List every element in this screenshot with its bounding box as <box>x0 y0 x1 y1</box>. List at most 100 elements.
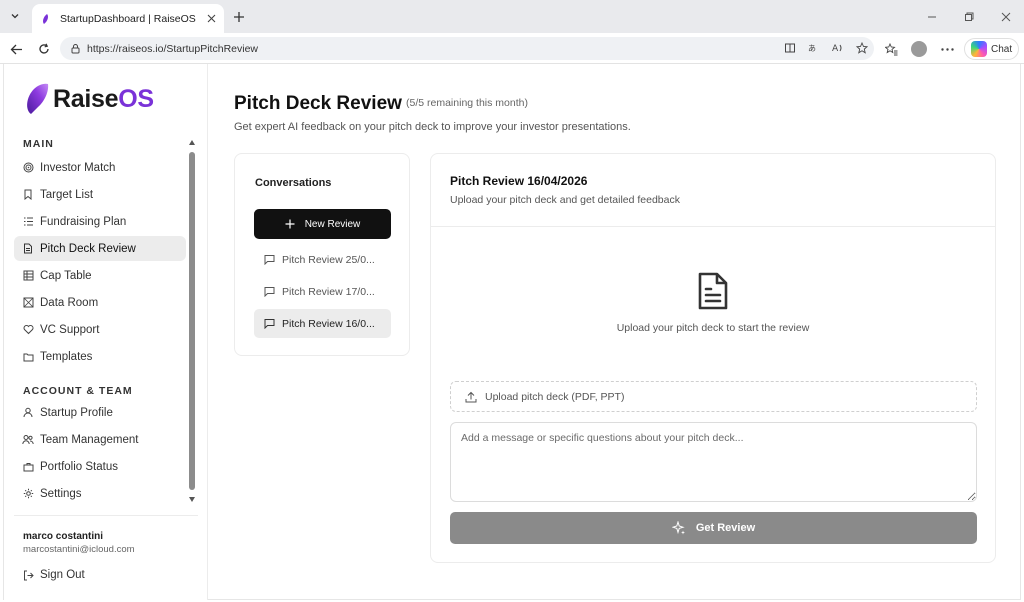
sidebar-item-cap-table[interactable]: Cap Table <box>14 263 186 288</box>
copilot-chat-button[interactable]: Chat <box>964 38 1020 60</box>
sidebar-scrollbar[interactable] <box>188 140 196 502</box>
raiseos-favicon-icon <box>43 13 48 24</box>
briefcase-icon <box>22 461 34 473</box>
page-subtitle: Get expert AI feedback on your pitch dec… <box>234 121 631 133</box>
scroll-up-arrow-icon[interactable] <box>189 140 195 145</box>
browser-toolbar-icons: Chat <box>880 38 1020 60</box>
message-square-icon <box>264 318 275 329</box>
sparkles-icon <box>671 521 686 535</box>
back-button[interactable] <box>6 39 26 59</box>
profile-avatar <box>911 41 927 57</box>
app-window: RaiseOS MAIN Investor Match Target List … <box>3 64 1021 600</box>
get-review-label: Get Review <box>695 522 756 534</box>
get-review-button[interactable]: Get Review <box>450 512 977 544</box>
raiseos-logo-icon <box>27 83 49 114</box>
logo-wordmark: RaiseOS <box>53 84 154 113</box>
sidebar-item-label: Fundraising Plan <box>40 215 127 228</box>
new-review-label: New Review <box>304 218 361 230</box>
scrollbar-thumb[interactable] <box>189 152 195 490</box>
file-text-icon <box>698 272 728 310</box>
sidebar-item-investor-match[interactable]: Investor Match <box>14 155 186 180</box>
conversations-title: Conversations <box>255 177 332 189</box>
browser-toolbar: https://raiseos.io/StartupPitchReview あ … <box>0 33 1024 64</box>
sidebar-item-pitch-deck-review[interactable]: Pitch Deck Review <box>14 236 186 261</box>
gear-icon <box>22 488 34 500</box>
favorite-star-icon[interactable] <box>854 40 870 56</box>
conversations-panel: Conversations New Review Pitch Review 25… <box>234 153 410 356</box>
copilot-icon <box>971 41 987 57</box>
heart-handshake-icon <box>22 324 34 336</box>
site-info-icon[interactable] <box>70 43 81 54</box>
svg-text:A: A <box>832 44 839 54</box>
sidebar-item-label: Pitch Deck Review <box>40 242 136 255</box>
sidebar-item-label: Startup Profile <box>40 406 113 419</box>
user-name: marco costantini <box>23 531 104 542</box>
sign-out-button[interactable]: Sign Out <box>22 569 85 581</box>
sidebar-item-fundraising-plan[interactable]: Fundraising Plan <box>14 209 186 234</box>
more-menu-button[interactable] <box>936 38 958 60</box>
tab-list-dropdown[interactable] <box>4 6 26 26</box>
close-tab-icon[interactable] <box>204 12 218 26</box>
tab-title: StartupDashboard | RaiseOS <box>60 12 196 25</box>
plus-icon <box>234 12 244 22</box>
address-bar-icons: あ A <box>782 40 870 56</box>
bookmark-icon <box>22 189 34 201</box>
reload-button[interactable] <box>34 39 54 59</box>
folder-icon <box>22 351 34 363</box>
conversation-label: Pitch Review 16/0... <box>282 317 375 330</box>
chevron-down-icon <box>11 14 19 19</box>
svg-text:あ: あ <box>808 44 816 53</box>
sidebar-item-label: Target List <box>40 188 94 201</box>
sidebar-item-templates[interactable]: Templates <box>14 344 186 369</box>
upload-pitch-deck-button[interactable]: Upload pitch deck (PDF, PPT) <box>450 381 977 412</box>
new-tab-button[interactable] <box>230 8 248 26</box>
sidebar-item-label: Portfolio Status <box>40 460 118 473</box>
sidebar-item-portfolio-status[interactable]: Portfolio Status <box>14 454 186 479</box>
close-window-button[interactable] <box>987 0 1024 33</box>
sidebar-item-label: Cap Table <box>40 269 92 282</box>
sidebar-item-data-room[interactable]: Data Room <box>14 290 186 315</box>
raiseos-logo[interactable]: RaiseOS <box>24 83 154 115</box>
sidebar-item-target-list[interactable]: Target List <box>14 182 186 207</box>
review-divider <box>431 226 995 227</box>
restore-button[interactable] <box>950 0 987 33</box>
section-title-main: MAIN <box>23 138 54 150</box>
browser-tab-active[interactable]: StartupDashboard | RaiseOS <box>32 4 224 33</box>
url-text: https://raiseos.io/StartupPitchReview <box>87 42 258 55</box>
new-review-button[interactable]: New Review <box>254 209 391 239</box>
sidebar-item-settings[interactable]: Settings <box>14 481 186 504</box>
review-subtitle: Upload your pitch deck and get detailed … <box>450 194 680 206</box>
immersive-reader-icon[interactable] <box>782 40 798 56</box>
profile-button[interactable] <box>908 38 930 60</box>
sign-out-label: Sign Out <box>40 569 85 581</box>
sidebar-item-label: Team Management <box>40 433 139 446</box>
review-title: Pitch Review 16/04/2026 <box>450 174 588 188</box>
conversation-label: Pitch Review 17/0... <box>282 285 375 298</box>
favorites-icon <box>884 42 897 55</box>
user-icon <box>22 407 34 419</box>
pitch-review-panel: Pitch Review 16/04/2026 Upload your pitc… <box>430 153 996 563</box>
empty-state-text: Upload your pitch deck to start the revi… <box>616 322 810 334</box>
chat-label: Chat <box>991 43 1013 55</box>
favorites-button[interactable] <box>880 38 902 60</box>
user-email: marcostantini@icloud.com <box>23 544 135 555</box>
sidebar-item-label: VC Support <box>40 323 100 336</box>
conversation-item[interactable]: Pitch Review 25/0... <box>254 245 391 274</box>
sidebar-item-vc-support[interactable]: VC Support <box>14 317 186 342</box>
sidebar-item-startup-profile[interactable]: Startup Profile <box>14 400 186 425</box>
ellipsis-icon <box>940 47 954 51</box>
translate-icon[interactable]: あ <box>806 40 822 56</box>
minimize-button[interactable] <box>913 0 950 33</box>
section-title-account-team: ACCOUNT & TEAM <box>23 385 133 397</box>
sidebar-item-team-management[interactable]: Team Management <box>14 427 186 452</box>
sidebar-item-label: Templates <box>40 350 93 363</box>
sidebar-item-label: Investor Match <box>40 161 116 174</box>
conversation-item[interactable]: Pitch Review 17/0... <box>254 277 391 306</box>
read-aloud-icon[interactable]: A <box>830 40 846 56</box>
conversation-item-active[interactable]: Pitch Review 16/0... <box>254 309 391 338</box>
address-bar[interactable]: https://raiseos.io/StartupPitchReview あ … <box>60 37 874 60</box>
scroll-down-arrow-icon[interactable] <box>189 497 195 502</box>
document-icon <box>22 243 34 255</box>
window-controls <box>913 0 1024 33</box>
message-textarea[interactable] <box>450 422 977 502</box>
